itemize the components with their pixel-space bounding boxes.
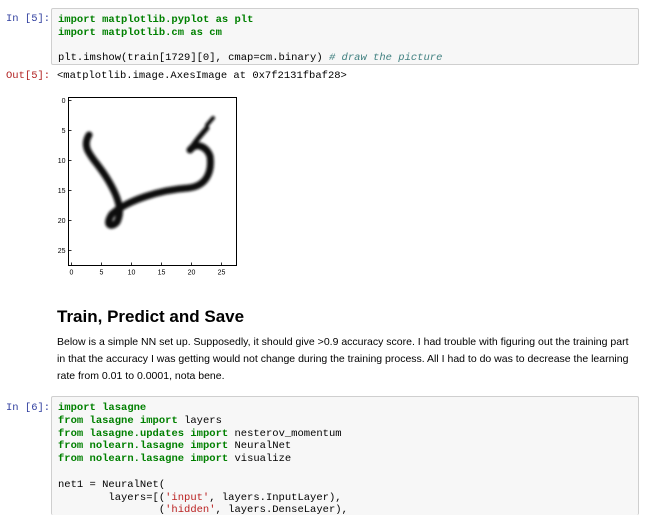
code-line: ('hidden', layers.DenseLayer), [58, 504, 348, 515]
cell-6-code: import lasagne from lasagne import layers… [58, 402, 632, 515]
code-line: net1 = NeuralNet( [58, 478, 166, 491]
code-line: import lasagne [58, 402, 147, 414]
x-tick-label: 5 [100, 270, 104, 277]
x-tick-label: 0 [70, 270, 74, 277]
cell-5-output-text: <matplotlib.image.AxesImage at 0x7f2131f… [57, 70, 347, 82]
code-line: from nolearn.lasagne import NeuralNet [58, 440, 292, 453]
y-tick-label: 10 [58, 158, 66, 165]
y-tick-label: 5 [62, 128, 66, 135]
section-paragraph: Below is a simple NN set up. Supposedly,… [57, 336, 629, 382]
cell-5-code: import matplotlib.pyplot as plt import ma… [58, 14, 632, 65]
code-line: from lasagne import layers [58, 414, 222, 427]
x-tick-label: 20 [188, 270, 196, 277]
code-line: import matplotlib.pyplot as plt [58, 14, 254, 26]
x-tick-label: 10 [128, 270, 136, 277]
cell-5-out-prompt: Out[5]: [6, 70, 51, 82]
cell-6-code-editor[interactable]: import lasagne from lasagne import layers… [51, 396, 639, 515]
cell-5-in-prompt: In [5]: [6, 13, 51, 25]
x-tick-label: 25 [218, 270, 226, 277]
code-line: from lasagne.updates import nesterov_mom… [58, 427, 342, 440]
section-heading: Train, Predict and Save [57, 307, 245, 326]
code-line: from nolearn.lasagne import visualize [58, 453, 292, 466]
code-line: layers=[('input', layers.InputLayer), [58, 491, 342, 504]
code-line: import matplotlib.cm as cm [58, 26, 222, 39]
cell-6-in-prompt: In [6]: [6, 402, 51, 414]
cell-5-code-editor[interactable]: import matplotlib.pyplot as plt import ma… [51, 8, 639, 65]
y-tick-label: 25 [58, 248, 66, 255]
code-line: plt.imshow(train[1729][0], cmap=cm.binar… [58, 52, 443, 65]
imshow-plot: 0 5 10 15 20 25 0 5 10 15 20 25 [58, 97, 237, 277]
x-tick-label: 15 [158, 270, 166, 277]
y-tick-label: 15 [58, 188, 66, 195]
y-tick-label: 0 [62, 98, 66, 105]
y-tick-label: 20 [58, 218, 66, 225]
